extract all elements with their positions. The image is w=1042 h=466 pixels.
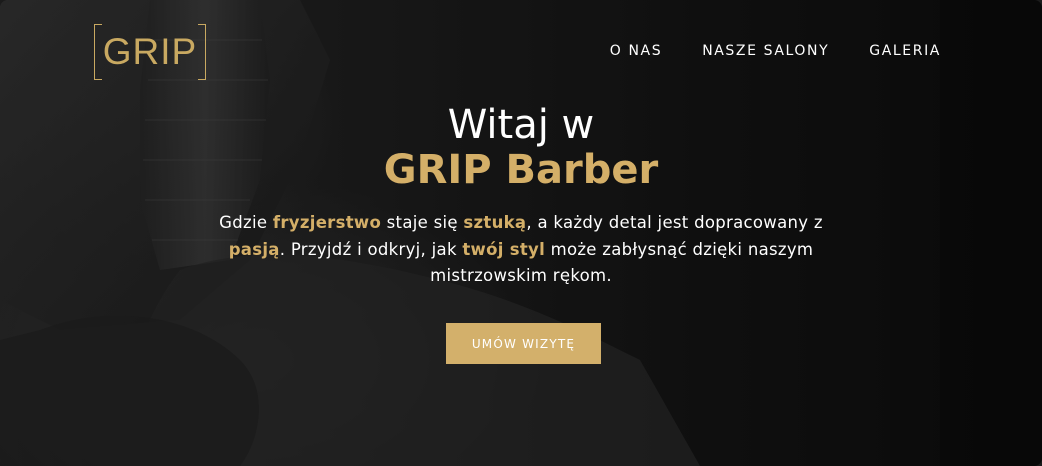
main-nav: O NAS NASZE SALONY GALERIA bbox=[610, 43, 941, 59]
hero-title: Witaj w GRIP Barber bbox=[0, 101, 1042, 191]
logo-text: GRIP bbox=[102, 31, 198, 72]
desc-text: . Przyjdź i odkryj, jak bbox=[279, 239, 463, 259]
desc-text: staje się bbox=[381, 213, 464, 232]
desc-highlight: sztuką bbox=[463, 213, 527, 232]
nav-item-o-nas[interactable]: O NAS bbox=[610, 43, 662, 59]
hero-title-line2: GRIP Barber bbox=[383, 147, 659, 193]
desc-highlight: pasją bbox=[228, 239, 280, 259]
logo[interactable]: GRIP bbox=[94, 24, 206, 80]
logo-bracket-right bbox=[198, 24, 206, 80]
desc-text: Gdzie bbox=[219, 213, 273, 232]
hero-title-line1: Witaj w bbox=[447, 102, 595, 148]
desc-highlight: fryzjerstwo bbox=[272, 213, 382, 232]
nav-item-nasze-salony[interactable]: NASZE SALONY bbox=[702, 43, 829, 59]
book-appointment-button[interactable]: UMÓW WIZYTĘ bbox=[446, 323, 601, 364]
nav-item-galeria[interactable]: GALERIA bbox=[869, 43, 941, 59]
hero-description: Gdzie fryzjerstwo staje się sztuką, a ka… bbox=[200, 210, 842, 290]
desc-highlight: twój styl bbox=[462, 239, 546, 259]
desc-text: , a każdy detal jest dopracowany z bbox=[526, 213, 823, 232]
hero-section: GRIP O NAS NASZE SALONY GALERIA Witaj w … bbox=[0, 0, 1042, 466]
